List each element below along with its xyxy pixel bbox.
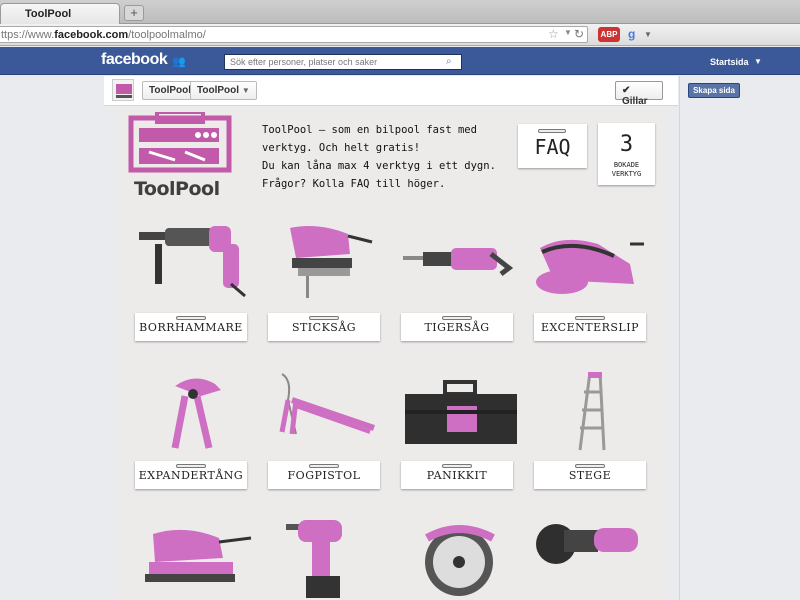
left-rail: [0, 76, 104, 600]
like-button[interactable]: ✔ Gillar: [615, 81, 663, 107]
pin-icon: [309, 464, 339, 468]
pin-icon: [442, 316, 472, 320]
tool-label[interactable]: EXPANDERTÅNG: [135, 461, 247, 489]
settings-chevron-icon[interactable]: ▼: [754, 57, 762, 66]
intro-line: Frågor? Kolla FAQ till höger.: [262, 178, 446, 190]
page-thumbnail[interactable]: [112, 79, 134, 101]
faq-button[interactable]: FAQ: [518, 124, 587, 168]
tab-title: ToolPool: [25, 8, 72, 20]
address-bar: ttps://www.facebook.com/toolpoolmalmo/ ☆…: [0, 24, 800, 46]
intro-line: ToolPool – som en bilpool fast med: [262, 124, 477, 136]
expander-pliers-icon: [171, 378, 221, 449]
booked-label-line: BOKADE: [613, 161, 640, 169]
rotary-hammer-icon: [139, 226, 246, 298]
angle-grinder-icon: [536, 524, 638, 564]
notification-icons[interactable]: 👥: [172, 55, 186, 68]
jigsaw-icon: [290, 226, 373, 298]
page-dropdown-label: ToolPool: [197, 85, 240, 96]
pin-icon: [309, 316, 339, 320]
url-prefix: ttps://www.: [1, 29, 55, 41]
cordless-drill-icon: [286, 520, 342, 598]
intro-line: Du kan låna max 4 verktyg i ett dygn.: [262, 160, 496, 172]
reciprocating-saw-icon: [403, 248, 514, 276]
page-header: ToolPool ToolPool ▼ ✔ Gillar: [104, 76, 678, 107]
toolpool-logo: ToolPool: [125, 110, 241, 200]
intro-line: verktyg. Och helt gratis!: [262, 142, 421, 154]
chevron-down-icon[interactable]: ▼: [644, 30, 652, 39]
booked-tools-counter[interactable]: 3 BOKADE VERKTYG: [598, 123, 655, 185]
pin-icon: [538, 129, 566, 133]
detail-sander-icon: [145, 529, 252, 582]
search-input[interactable]: Sök efter personer, platser och saker: [224, 54, 462, 70]
search-icon[interactable]: ⌕: [446, 56, 452, 67]
orbital-sander-icon: [536, 239, 644, 294]
booked-label: BOKADE VERKTYG: [598, 161, 655, 179]
intro-text: ToolPool – som en bilpool fast med verkt…: [262, 121, 522, 193]
faq-label: FAQ: [534, 135, 571, 159]
booked-count: 3: [619, 132, 634, 157]
tool-label[interactable]: STICKSÅG: [268, 313, 380, 341]
tool-label[interactable]: EXCENTERSLIP: [534, 313, 646, 341]
check-icon: ✔: [622, 85, 631, 96]
tool-label[interactable]: PANIKKIT: [401, 461, 513, 489]
pin-icon: [176, 316, 206, 320]
url-field[interactable]: ttps://www.facebook.com/toolpoolmalmo/: [0, 26, 588, 43]
logo-text: ToolPool: [134, 178, 220, 200]
pin-icon: [575, 464, 605, 468]
toolbox-icon: [405, 380, 517, 444]
tool-label[interactable]: TIGERSÅG: [401, 313, 513, 341]
browser-tabstrip: ToolPool +: [0, 0, 800, 24]
reload-icon[interactable]: ↻: [574, 27, 584, 41]
facebook-topbar: facebook 👥 Sök efter personer, platser o…: [0, 47, 800, 75]
url-path: /toolpoolmalmo/: [128, 29, 206, 41]
chevron-down-icon: ▼: [241, 86, 250, 95]
new-tab-button[interactable]: +: [124, 5, 144, 21]
ladder-icon: [578, 372, 606, 451]
browser-tab[interactable]: ToolPool: [0, 3, 120, 24]
pin-icon: [442, 464, 472, 468]
app-canvas: ToolPool ToolPool – som en bilpool fast …: [117, 106, 666, 600]
create-page-button[interactable]: Skapa sida: [688, 83, 740, 98]
tool-label[interactable]: STEGE: [534, 461, 646, 489]
booked-label-line: VERKTYG: [611, 170, 642, 178]
facebook-logo[interactable]: facebook: [101, 51, 168, 69]
tool-label[interactable]: FOGPISTOL: [268, 461, 380, 489]
circular-saw-icon: [425, 525, 495, 596]
bookmark-star-icon[interactable]: ☆: [548, 27, 559, 41]
adblock-icon[interactable]: ABP: [598, 27, 620, 42]
right-rail: Skapa sida: [679, 76, 800, 600]
friend-requests-icon[interactable]: 👥: [172, 56, 186, 68]
home-link[interactable]: Startsida: [710, 57, 749, 67]
chevron-down-icon[interactable]: ▼: [564, 28, 572, 37]
pin-icon: [575, 316, 605, 320]
url-domain: facebook.com: [54, 29, 129, 41]
page-dropdown[interactable]: ToolPool ▼: [190, 81, 257, 100]
pin-icon: [176, 464, 206, 468]
toolbox-logo-icon: [128, 110, 232, 173]
caulk-gun-icon: [279, 373, 375, 435]
tool-label[interactable]: BORRHAMMARE: [135, 313, 247, 341]
